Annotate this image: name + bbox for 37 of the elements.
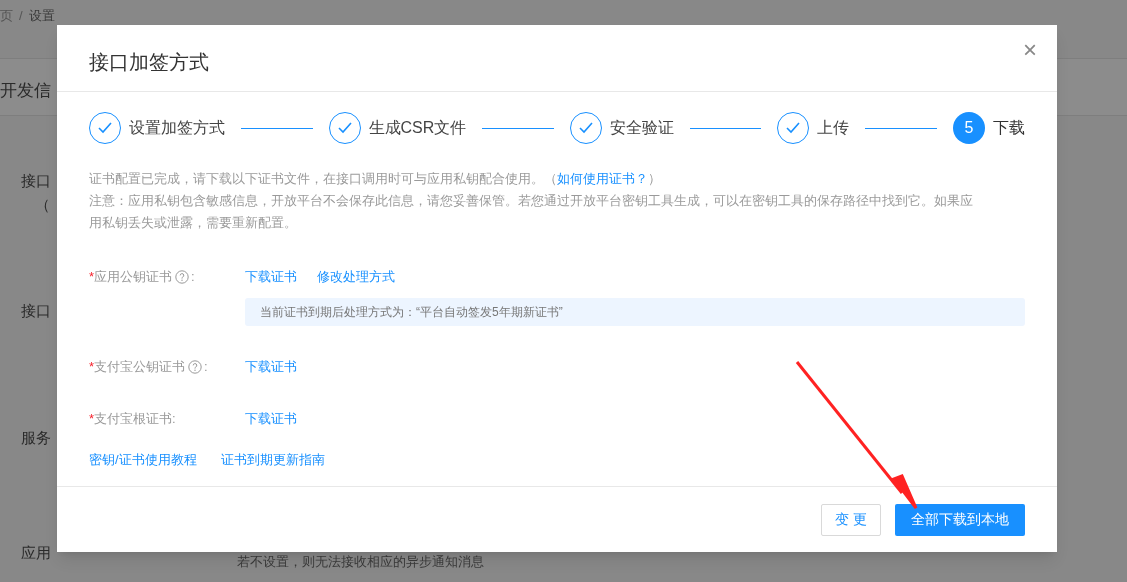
step-label: 设置加签方式 [129, 118, 225, 138]
step-label: 生成CSR文件 [368, 118, 467, 138]
field-label: 接口 [21, 171, 51, 191]
hint-text: 若不设置，则无法接收相应的异步通知消息 [237, 553, 484, 571]
field-label: （ [35, 195, 50, 215]
change-button[interactable]: 变 更 [821, 503, 881, 536]
download-link[interactable]: 下载证书 [245, 409, 297, 429]
colon-text: : [204, 358, 208, 377]
dialog-title: 接口加签方式 [89, 50, 209, 75]
download-link[interactable]: 下载证书 [245, 357, 297, 377]
step-label: 下载 [993, 118, 1026, 138]
breadcrumb-item[interactable]: 设置 [28, 6, 55, 26]
field-label: 支付宝根证书: [94, 410, 176, 429]
download-link[interactable]: 下载证书 [245, 267, 297, 287]
help-link[interactable]: 如何使用证书？ [557, 171, 648, 186]
step-label: 上传 [817, 118, 850, 138]
field-label: 接口 [21, 301, 51, 321]
close-button[interactable]: × [1023, 38, 1037, 62]
step-number: 5 [953, 112, 986, 144]
download-link[interactable]: 修改处理方式 [317, 267, 395, 287]
field-label: 服务 [21, 428, 51, 448]
required-mark: * [89, 410, 95, 429]
warning-text: 注意：应用私钥包含敏感信息，开放平台不会保存此信息，请您妥善保管。若您通过开放平台密钥工具生成，可以在密钥工具的保存路径中找到它。如果应用私钥丢失或泄露，需要重新配置。 [89, 192, 974, 232]
download-all-button[interactable]: 全部下载到本地 [895, 503, 1025, 536]
required-mark: * [89, 358, 95, 377]
section-title: 开发信 [0, 80, 51, 102]
notice-text: 证书配置已完成，请下载以下证书文件，在接口调用时可与应用私钥配合使用。（如何使用证书？） [89, 170, 662, 188]
step-label: 安全验证 [609, 118, 674, 138]
info-banner: 当前证书到期后处理方式为：“平台自动签发5年期新证书” [245, 298, 1025, 326]
required-mark: * [89, 268, 95, 287]
breadcrumb-item: / [19, 7, 23, 25]
guide-link[interactable]: 证书到期更新指南 [220, 450, 325, 470]
field-label: 应用公钥证书 [94, 268, 173, 287]
field-label: 支付宝公钥证书 [94, 358, 186, 377]
colon-text: : [191, 268, 195, 287]
field-label: 应用 [21, 543, 51, 563]
guide-link[interactable]: 密钥/证书使用教程 [89, 450, 197, 470]
